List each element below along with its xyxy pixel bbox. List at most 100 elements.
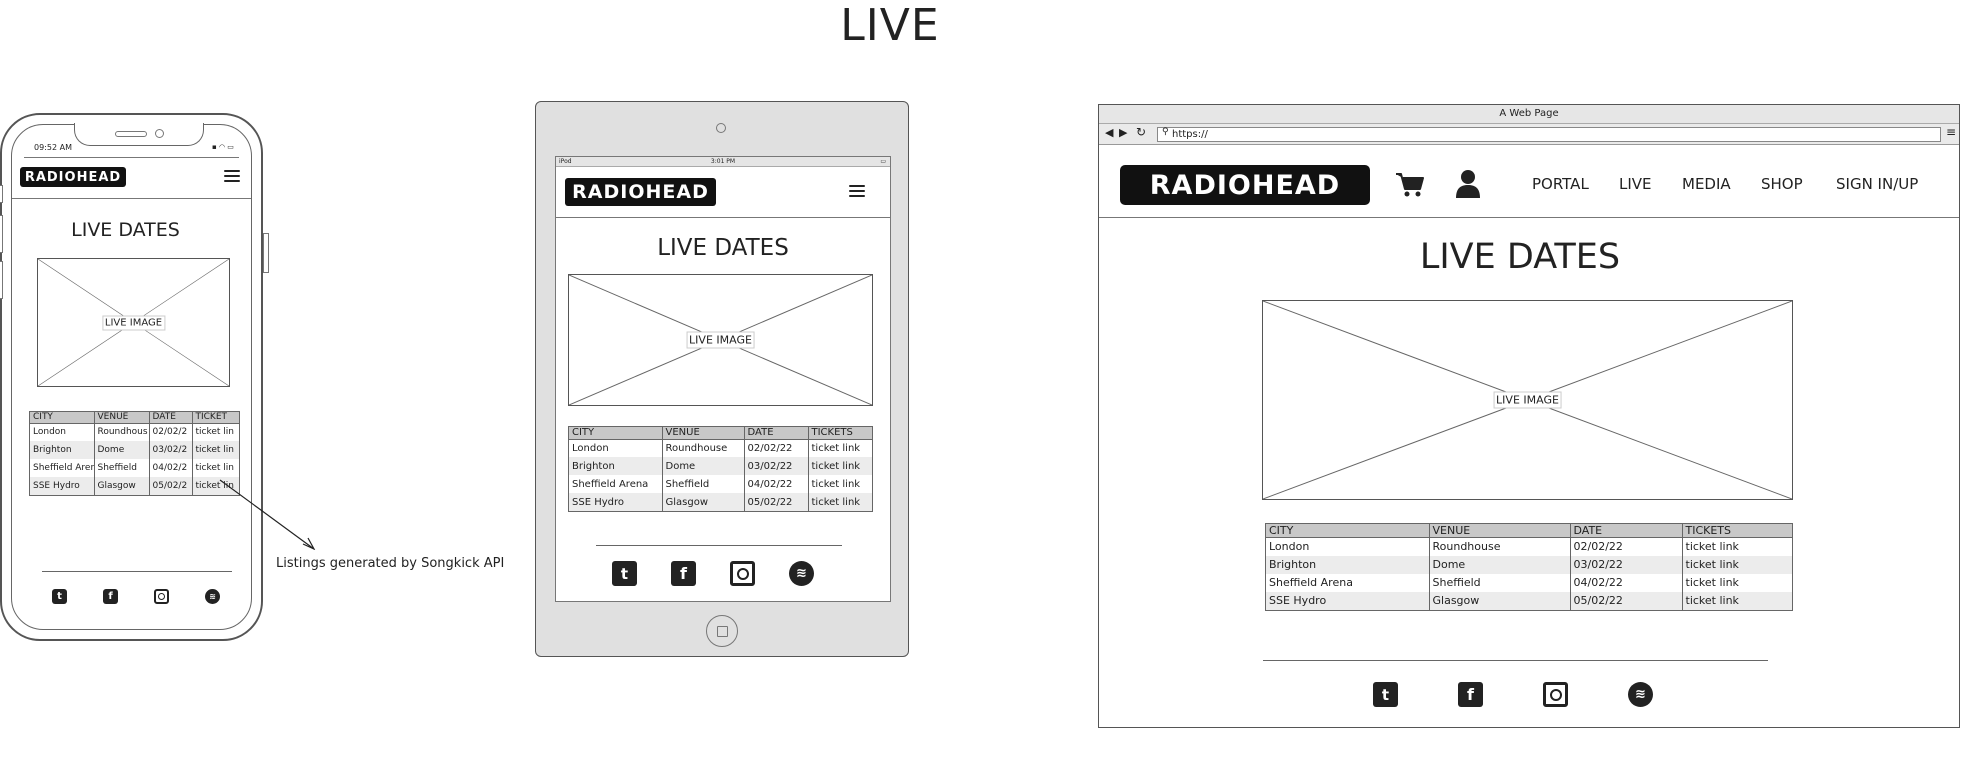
date-cell: 02/02/2 — [149, 423, 193, 441]
twitter-icon[interactable]: t — [52, 589, 67, 604]
ticket-link[interactable]: ticket lin — [192, 441, 239, 459]
footer-divider — [1263, 660, 1768, 661]
city-cell: Sheffield Arena — [569, 475, 663, 493]
table-row: Sheffield Aren Sheffield 04/02/2 ticket … — [30, 459, 239, 477]
city-cell: Sheffield Aren — [30, 459, 95, 477]
hamburger-menu-icon[interactable] — [224, 170, 240, 182]
spotify-icon[interactable]: ≋ — [789, 561, 814, 586]
venue-cell: Dome — [1429, 555, 1571, 574]
home-button[interactable] — [706, 615, 738, 647]
status-time: 3:01 PM — [710, 158, 736, 165]
ticket-link[interactable]: ticket link — [1682, 555, 1792, 574]
column-header: DATE — [744, 427, 809, 440]
venue-cell: Sheffield — [662, 475, 745, 493]
city-cell: SSE Hydro — [1266, 591, 1430, 610]
table-row: Sheffield Arena Sheffield 04/02/22 ticke… — [569, 475, 872, 493]
dates-table: CITY VENUE DATE TICKETS London Roundhous… — [1265, 523, 1793, 611]
spotify-icon[interactable]: ≋ — [205, 589, 220, 604]
section-title: LIVE DATES — [657, 235, 789, 261]
window-title: A Web Page — [1099, 105, 1959, 124]
facebook-icon[interactable]: f — [671, 561, 696, 586]
column-header: TICKET — [192, 412, 239, 424]
footer-divider — [596, 545, 842, 546]
ticket-link[interactable]: ticket lin — [192, 423, 239, 441]
table-header-row: CITY VENUE DATE TICKET — [30, 412, 239, 424]
phone-notch — [74, 123, 204, 146]
twitter-icon[interactable]: t — [1373, 682, 1398, 707]
table-row: London Roundhouse 02/02/22 ticket link — [569, 439, 872, 457]
nav-shop[interactable]: SHOP — [1761, 175, 1803, 193]
nav-sign-in[interactable]: SIGN IN/UP — [1836, 175, 1918, 193]
page-title: LIVE — [840, 0, 940, 51]
address-bar-row: ◀ ▶ ↻ https:// ⚲ ≡ — [1099, 124, 1959, 145]
table-row: SSE Hydro Glasgow 05/02/2 ticket lin — [30, 477, 239, 495]
ticket-link[interactable]: ticket link — [808, 493, 872, 511]
venue-cell: Roundhous — [94, 423, 150, 441]
phone-side-button — [0, 215, 3, 253]
cart-icon[interactable] — [1395, 171, 1425, 199]
venue-cell: Dome — [94, 441, 150, 459]
tablet-mockup: iPod 3:01 PM ▭ RADIOHEAD LIVE DATES LIVE… — [535, 101, 909, 657]
instagram-icon[interactable] — [154, 589, 169, 604]
footer-divider — [42, 571, 232, 572]
live-image-placeholder: LIVE IMAGE — [568, 274, 873, 406]
table-row: London Roundhous 02/02/2 ticket lin — [30, 423, 239, 441]
social-links: t f ≋ — [52, 589, 220, 604]
city-cell: Brighton — [1266, 555, 1430, 574]
spotify-icon[interactable]: ≋ — [1628, 682, 1653, 707]
logo[interactable]: RADIOHEAD — [1120, 165, 1370, 205]
table-row: Brighton Dome 03/02/2 ticket lin — [30, 441, 239, 459]
forward-icon[interactable]: ▶ — [1119, 126, 1127, 139]
logo[interactable]: RADIOHEAD — [565, 178, 716, 206]
url-input[interactable]: https:// — [1157, 127, 1941, 142]
phone-side-button — [0, 261, 3, 299]
nav-live[interactable]: LIVE — [1619, 175, 1652, 193]
date-cell: 04/02/22 — [1570, 573, 1683, 592]
ticket-link[interactable]: ticket link — [1682, 538, 1792, 556]
date-cell: 05/02/22 — [1570, 591, 1683, 610]
nav-media[interactable]: MEDIA — [1682, 175, 1731, 193]
live-image-placeholder: LIVE IMAGE — [1262, 300, 1793, 500]
ticket-link[interactable]: ticket link — [808, 457, 872, 475]
reload-icon[interactable]: ↻ — [1136, 125, 1146, 139]
column-header: DATE — [149, 412, 193, 424]
ticket-link[interactable]: ticket link — [808, 475, 872, 493]
column-header: DATE — [1570, 524, 1683, 538]
table-row: SSE Hydro Glasgow 05/02/22 ticket link — [1266, 591, 1792, 610]
ticket-link[interactable]: ticket link — [808, 439, 872, 457]
status-bar: iPod 3:01 PM ▭ — [556, 157, 890, 167]
ticket-link[interactable]: ticket link — [1682, 591, 1792, 610]
twitter-icon[interactable]: t — [612, 561, 637, 586]
date-cell: 05/02/2 — [149, 477, 193, 495]
logo[interactable]: RADIOHEAD — [20, 167, 126, 187]
venue-cell: Sheffield — [94, 459, 150, 477]
instagram-icon[interactable] — [1543, 682, 1568, 707]
menu-icon[interactable]: ≡ — [1946, 125, 1956, 139]
venue-cell: Dome — [662, 457, 745, 475]
battery-icon: ▭ — [880, 158, 886, 165]
user-icon[interactable] — [1455, 169, 1481, 199]
back-icon[interactable]: ◀ — [1105, 126, 1113, 139]
venue-cell: Glasgow — [1429, 591, 1571, 610]
ticket-link[interactable]: ticket link — [1682, 574, 1792, 592]
table-row: SSE Hydro Glasgow 05/02/22 ticket link — [569, 493, 872, 511]
social-links: t f ≋ — [1373, 682, 1653, 707]
column-header: TICKETS — [1682, 524, 1792, 538]
image-label: LIVE IMAGE — [101, 315, 166, 330]
column-header: CITY — [1266, 524, 1430, 538]
city-cell: Brighton — [569, 457, 663, 475]
venue-cell: Glasgow — [662, 493, 745, 511]
instagram-icon[interactable] — [730, 561, 755, 586]
nav-portal[interactable]: PORTAL — [1532, 175, 1589, 193]
venue-cell: Roundhouse — [662, 439, 745, 457]
hamburger-menu-icon[interactable] — [849, 185, 865, 197]
venue-cell: Roundhouse — [1429, 537, 1571, 556]
date-cell: 03/02/22 — [744, 457, 809, 475]
column-header: VENUE — [94, 412, 150, 424]
date-cell: 02/02/22 — [744, 439, 809, 457]
camera-icon — [716, 123, 726, 133]
facebook-icon[interactable]: f — [103, 589, 118, 604]
table-row: London Roundhouse 02/02/22 ticket link — [1266, 537, 1792, 556]
facebook-icon[interactable]: f — [1458, 682, 1483, 707]
column-header: TICKETS — [808, 427, 872, 440]
